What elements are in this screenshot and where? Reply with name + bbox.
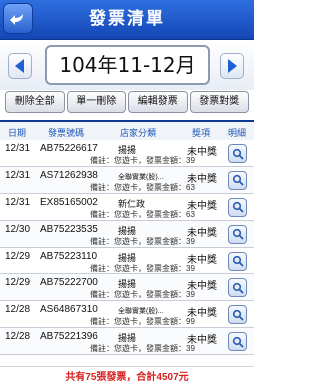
invoice-note: 備註：您遊卡，發票金額：39 (90, 236, 195, 246)
app-header: 發票清單 (0, 0, 254, 40)
column-prize: 獎項 (192, 128, 211, 138)
column-header: 日期 發票號碼 店家分類 獎項 明細 (0, 120, 254, 140)
invoice-row[interactable]: 12/30 AB75223535 揚揚 未中獎 備註：您遊卡，發票金額：39 (0, 220, 254, 248)
invoice-number: AB75226617 (40, 143, 98, 154)
column-store: 店家分類 (120, 128, 157, 138)
period-label: 104年11-12月 (45, 45, 210, 85)
invoice-note: 備註：您遊卡，發票金額：39 (90, 263, 195, 273)
invoice-row[interactable]: 12/31 EX85165002 新仁政 未中獎 備註：您遊卡，發票金額：63 (0, 193, 254, 221)
invoice-date: 12/28 (5, 304, 31, 316)
invoice-number: AB75222700 (40, 277, 98, 289)
column-date: 日期 (8, 128, 27, 138)
invoice-summary: 共有75張發票，合計4507元 (0, 366, 254, 389)
invoice-list: 12/31 AB75226617 揚揚 未中獎 備註：您遊卡，發票金額：39 1… (0, 140, 254, 356)
invoice-note: 備註：您遊卡，發票金額：39 (90, 156, 195, 165)
invoice-row[interactable]: 12/28 AS64867310 全聯實業(股)... 未中獎 備註：您遊卡，發… (0, 301, 254, 329)
magnifier-icon (232, 336, 244, 348)
invoice-date: 12/29 (5, 277, 31, 289)
invoice-note: 備註：您遊卡，發票金額：39 (90, 344, 195, 354)
invoice-note: 備註：您遊卡，發票金額：39 (90, 290, 195, 300)
magnifier-icon (232, 309, 244, 321)
invoice-number: AS64867310 (40, 304, 98, 316)
page-title: 發票清單 (89, 9, 165, 28)
triangle-right-icon (228, 59, 237, 73)
delete-all-button[interactable]: 刪除全部 (5, 91, 65, 113)
invoice-date: 12/31 (5, 143, 31, 154)
detail-button[interactable] (228, 144, 247, 163)
invoice-row[interactable]: 12/31 AB75226617 揚揚 未中獎 備註：您遊卡，發票金額：39 (0, 140, 254, 167)
invoice-note: 備註：您遊卡，發票金額：63 (90, 209, 195, 219)
invoice-note: 備註：您遊卡，發票金額：99 (90, 317, 195, 327)
invoice-date: 12/29 (5, 250, 31, 262)
detail-button[interactable] (228, 224, 247, 244)
invoice-date: 12/31 (5, 169, 31, 181)
invoice-date: 12/30 (5, 223, 31, 235)
detail-button[interactable] (228, 197, 247, 217)
invoice-row[interactable]: 12/28 AB75221396 揚揚 未中獎 備註：您遊卡，發票金額：39 (0, 328, 254, 356)
invoice-number: AB75223110 (40, 250, 98, 262)
magnifier-icon (232, 255, 244, 267)
magnifier-icon (232, 202, 244, 213)
invoice-number: AB75223535 (40, 223, 98, 235)
detail-button[interactable] (228, 278, 247, 298)
detail-button[interactable] (228, 332, 247, 352)
detail-button[interactable] (228, 305, 247, 325)
invoice-number: AB75221396 (40, 331, 98, 343)
magnifier-icon (232, 148, 244, 160)
previous-period-button[interactable] (8, 53, 32, 79)
column-number: 發票號碼 (48, 128, 85, 138)
magnifier-icon (232, 175, 244, 187)
invoice-row[interactable]: 12/29 AB75223110 揚揚 未中獎 備註：您遊卡，發票金額：39 (0, 247, 254, 275)
invoice-number: AS71262938 (40, 169, 98, 181)
invoice-store: 全聯實業(股)... (118, 173, 164, 181)
invoice-date: 12/28 (5, 331, 31, 343)
detail-button[interactable] (228, 170, 247, 190)
magnifier-icon (232, 229, 244, 240)
detail-button[interactable] (228, 251, 247, 271)
action-toolbar: 刪除全部 單一刪除 編輯發票 發票對獎 (5, 91, 249, 113)
triangle-left-icon (15, 59, 24, 73)
period-selector: 104年11-12月 (0, 40, 254, 90)
invoice-row[interactable]: 12/29 AB75222700 揚揚 未中獎 備註：您遊卡，發票金額：39 (0, 274, 254, 302)
check-prize-button[interactable]: 發票對獎 (189, 91, 249, 113)
delete-single-button[interactable]: 單一刪除 (66, 91, 126, 113)
invoice-store: 全聯實業(股)... (118, 308, 164, 316)
edit-invoice-button[interactable]: 編輯發票 (128, 91, 188, 113)
magnifier-icon (232, 282, 244, 294)
next-period-button[interactable] (220, 53, 244, 79)
invoice-date: 12/31 (5, 196, 31, 208)
invoice-row[interactable]: 12/31 AS71262938 全聯實業(股)... 未中獎 備註：您遊卡，發… (0, 166, 254, 194)
column-detail: 明細 (228, 128, 247, 138)
invoice-number: EX85165002 (40, 196, 98, 208)
invoice-note: 備註：您遊卡，發票金額：63 (90, 182, 195, 192)
